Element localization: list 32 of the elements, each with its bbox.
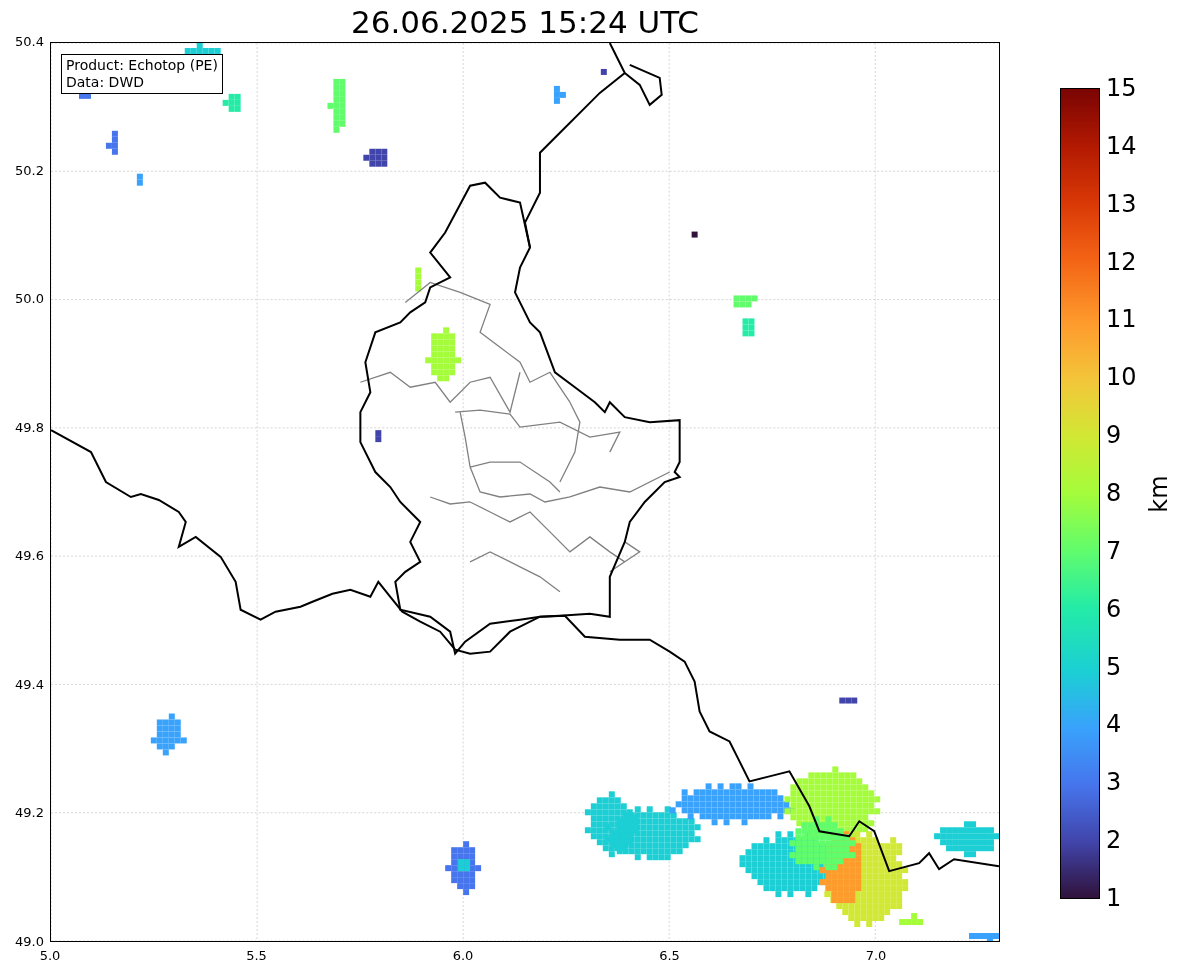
- legend-text: Product: Echotop (PE): [66, 57, 218, 74]
- y-tick-label: 49.4: [15, 676, 44, 693]
- y-tick-label: 50.4: [15, 34, 44, 50]
- colorbar-tick-label: 15: [1106, 74, 1137, 102]
- colorbar-tick-label: 9: [1106, 421, 1122, 450]
- y-tick-label: 49.8: [15, 419, 44, 436]
- x-tick-label: 6.0: [451, 948, 475, 964]
- colorbar-tick-label: 1: [1106, 884, 1122, 912]
- colorbar-tick-label: 5: [1106, 652, 1122, 681]
- colorbar-tick-label: 13: [1106, 189, 1137, 218]
- colorbar-tick-label: 8: [1106, 479, 1122, 507]
- y-tick-label: 50.2: [15, 162, 44, 179]
- y-tick-label: 49.0: [15, 934, 44, 950]
- chart-title: 26.06.2025 15:24 UTC: [351, 3, 699, 42]
- colorbar-tick-label: 12: [1106, 247, 1137, 276]
- colorbar-tick-label: 4: [1106, 710, 1122, 739]
- y-tick-label: 49.2: [15, 805, 44, 822]
- colorbar-tick-label: 3: [1106, 768, 1122, 797]
- y-tick-label: 50.0: [15, 291, 44, 308]
- colorbar-label: km: [1145, 474, 1173, 513]
- colorbar-tick-label: 7: [1106, 536, 1122, 565]
- legend-text: Data: DWD: [66, 74, 145, 91]
- x-tick-label: 5.0: [38, 948, 62, 964]
- y-tick-label: 49.6: [15, 548, 44, 565]
- x-tick-label: 6.5: [658, 948, 681, 964]
- colorbar-tick-label: 11: [1106, 305, 1137, 334]
- colorbar-tick-label: 10: [1106, 363, 1137, 392]
- colorbar-tick-label: 2: [1106, 826, 1122, 855]
- colorbar-tick-label: 14: [1106, 131, 1137, 160]
- x-tick-label: 7.0: [864, 948, 888, 964]
- colorbar-tick-label: 6: [1106, 594, 1122, 623]
- x-tick-label: 5.5: [245, 948, 268, 964]
